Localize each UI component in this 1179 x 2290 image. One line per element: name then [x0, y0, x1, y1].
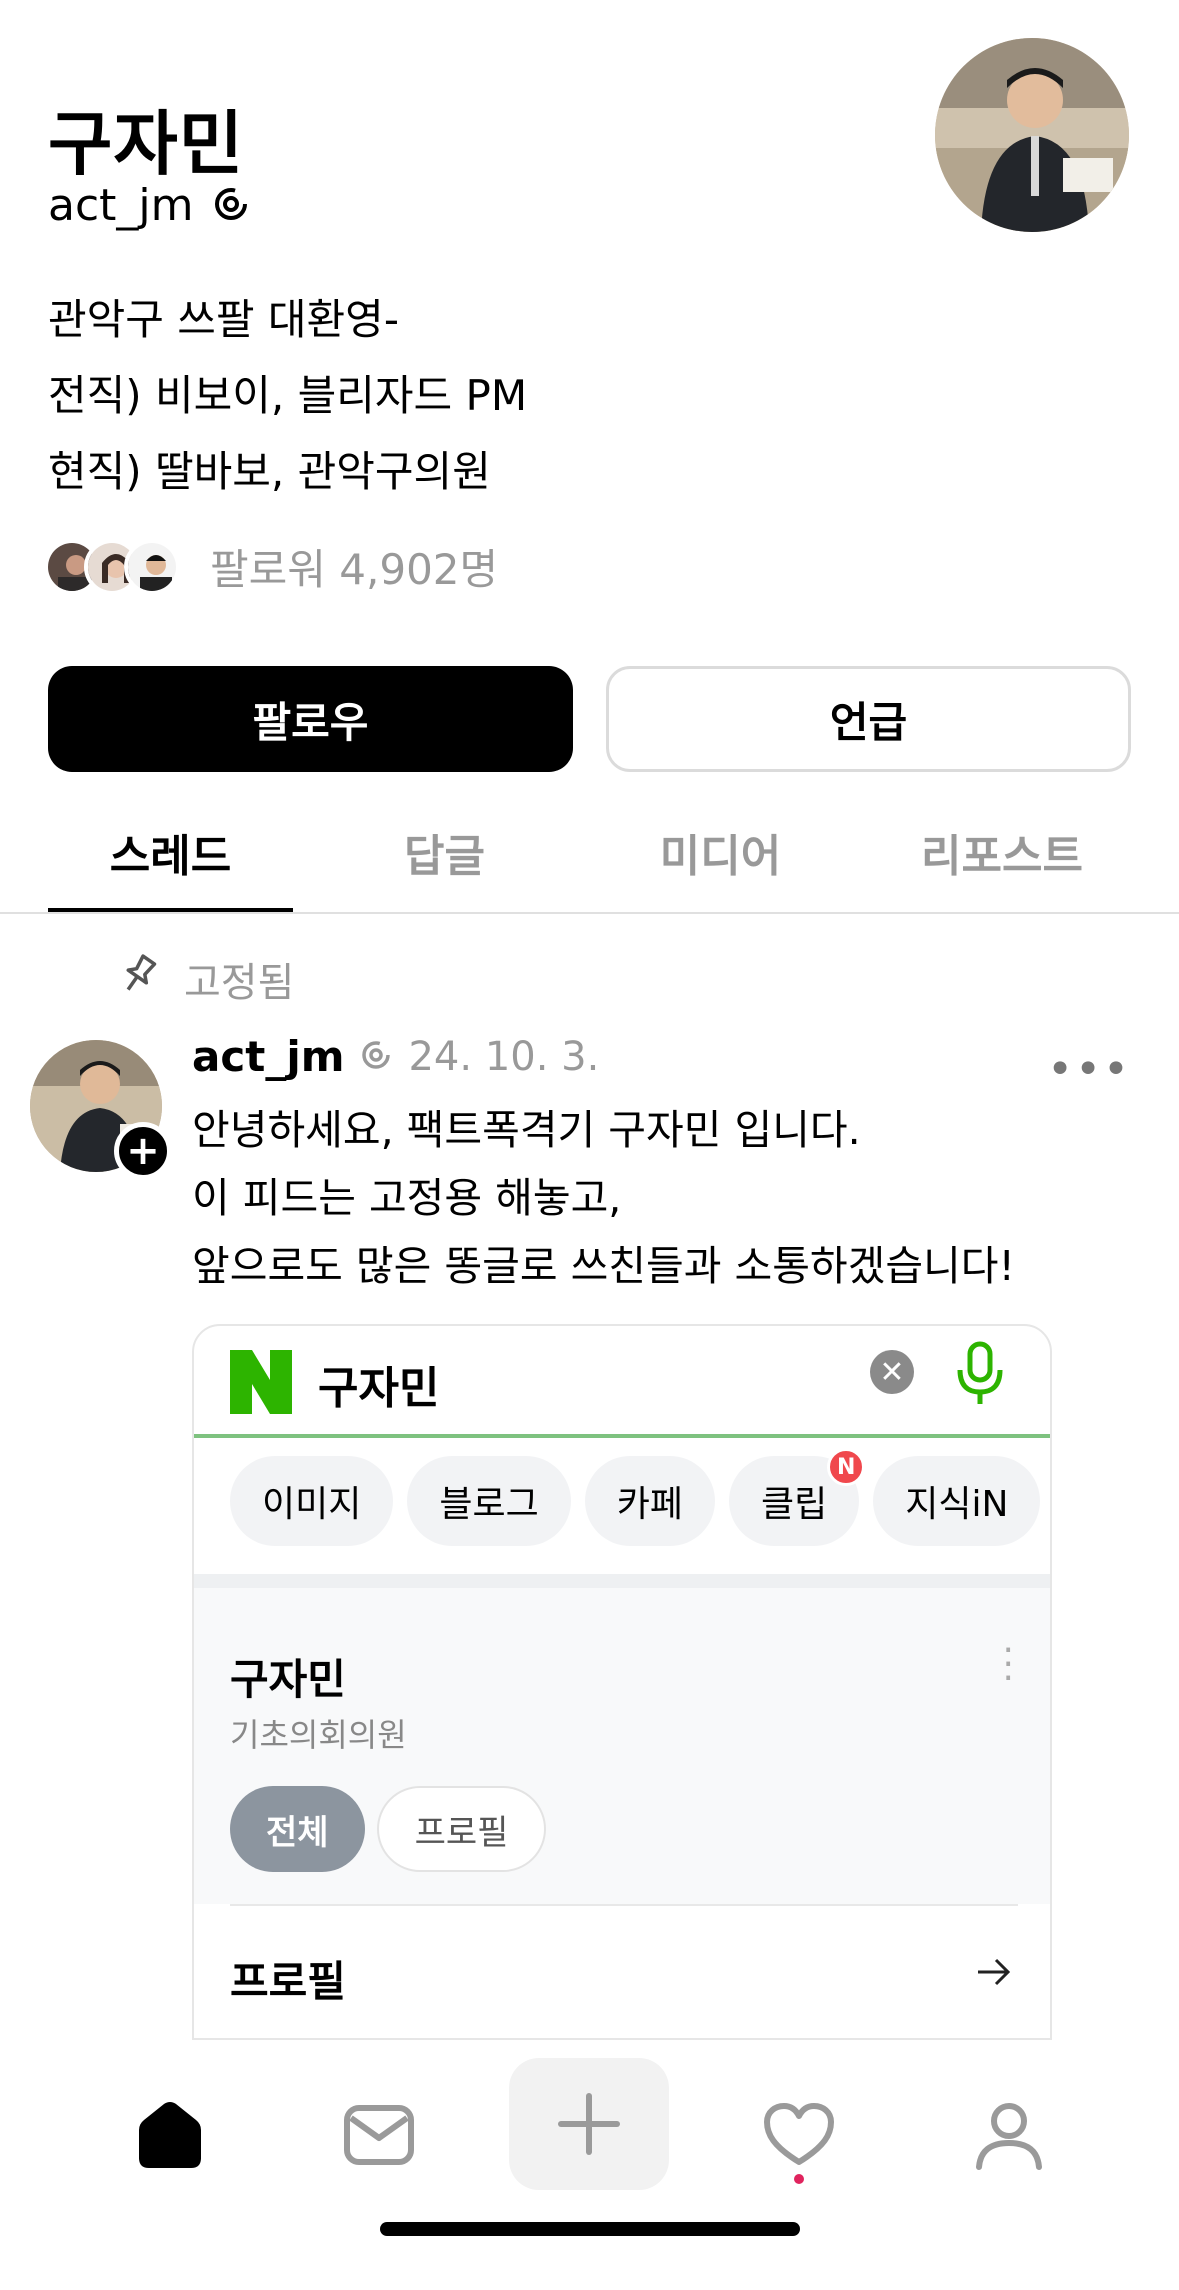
tab-reposts[interactable]: 리포스트	[872, 790, 1132, 914]
profile-name: 구자민	[48, 103, 245, 185]
post-header: act_jm 24. 10. 3.	[192, 1032, 599, 1081]
chip-blog: 블로그	[407, 1456, 571, 1546]
post-image-card[interactable]: 구자민 ✕ 이미지 블로그 카페 클립 N 지식iN 구자민 기초의회의원 · · ·…	[192, 1324, 1052, 2040]
filter-profile: 프로필	[376, 1786, 547, 1872]
verified-badge-icon[interactable]	[210, 183, 252, 229]
follow-button[interactable]: 팔로우	[48, 666, 573, 772]
handle-row: act_jm	[48, 180, 252, 231]
post-line: 안녕하세요, 팩트폭격기 구자민 입니다.	[192, 1106, 861, 1154]
profile-bio: 관악구 쓰팔 대환영- 전직) 비보이, 블리자드 PM 현직) 딸바보, 관악…	[48, 282, 527, 510]
post-text: 안녕하세요, 팩트폭격기 구자민 입니다. 이 피드는 고정용 해놓고, 앞으로…	[192, 1096, 1015, 1300]
followers-row[interactable]: 팔로워 4,902명	[44, 536, 498, 597]
compose-icon[interactable]	[509, 2058, 669, 2190]
new-badge: N	[827, 1448, 866, 1486]
profile-tabs: 스레드 답글 미디어 리포스트	[0, 790, 1179, 914]
post-line: 이 피드는 고정용 해놓고,	[192, 1174, 622, 1222]
profile-icon[interactable]	[954, 2080, 1064, 2190]
profile-section-title: 프로필	[230, 1957, 346, 2006]
search-category-chips: 이미지 블로그 카페 클립 N 지식iN	[230, 1448, 1041, 1546]
search-query: 구자민	[318, 1363, 440, 1414]
active-tab-indicator	[48, 908, 293, 912]
result-description: 기초의회의원	[230, 1716, 407, 1754]
arrow-right-icon	[978, 1958, 1011, 1986]
naver-search-bar: 구자민 ✕	[194, 1326, 1050, 1438]
follower-avatar	[124, 538, 180, 595]
mention-button[interactable]: 언급	[606, 666, 1131, 772]
home-indicator	[380, 2222, 800, 2236]
result-filters: 전체 프로필	[230, 1786, 547, 1872]
vertical-dots-icon: · · ·	[1002, 1630, 1014, 1699]
pin-icon	[118, 953, 160, 1005]
pinned-text: 고정됨	[184, 960, 295, 1006]
chip-images: 이미지	[230, 1456, 394, 1546]
chip-cafe: 카페	[584, 1456, 715, 1546]
profile-handle: act_jm	[48, 180, 194, 231]
bio-line: 현직) 딸바보, 관악구의원	[48, 447, 491, 496]
messages-icon[interactable]	[324, 2080, 434, 2190]
followers-count: 팔로워 4,902명	[210, 545, 499, 594]
section-divider	[230, 1904, 1018, 1906]
notification-dot	[794, 2174, 804, 2184]
post-line: 앞으로도 많은 똥글로 쓰친들과 소통하겠습니다!	[192, 1242, 1015, 1290]
tab-media[interactable]: 미디어	[598, 790, 843, 914]
card-divider	[194, 1574, 1050, 1588]
bio-line: 관악구 쓰팔 대환영-	[48, 295, 399, 344]
result-section: 구자민 기초의회의원 · · · 전체 프로필 프로필	[194, 1588, 1050, 2038]
post-date: 24. 10. 3.	[408, 1033, 600, 1080]
chip-clip: 클립 N	[729, 1448, 866, 1546]
chip-clip-label: 클립	[761, 1484, 828, 1525]
post-author-handle[interactable]: act_jm	[192, 1032, 344, 1081]
microphone-icon	[957, 1341, 1003, 1404]
clear-icon: ✕	[870, 1350, 914, 1394]
verified-badge-icon	[358, 1037, 394, 1077]
bio-line: 전직) 비보이, 블리자드 PM	[48, 371, 528, 420]
profile-avatar[interactable]	[935, 38, 1129, 232]
filter-all: 전체	[230, 1786, 365, 1872]
more-options-icon[interactable]: •••	[1047, 1044, 1131, 1095]
profile-section: 프로필	[194, 1904, 1050, 2038]
bottom-navigation	[0, 2040, 1179, 2290]
home-icon[interactable]	[115, 2080, 225, 2190]
result-name: 구자민	[230, 1655, 346, 1704]
naver-logo-icon	[230, 1350, 292, 1414]
follow-plus-icon[interactable]: +	[114, 1122, 172, 1180]
chip-knowledge: 지식iN	[873, 1456, 1041, 1546]
pinned-label: 고정됨	[118, 950, 294, 1008]
tab-threads[interactable]: 스레드	[48, 790, 293, 914]
tab-replies[interactable]: 답글	[322, 790, 567, 914]
